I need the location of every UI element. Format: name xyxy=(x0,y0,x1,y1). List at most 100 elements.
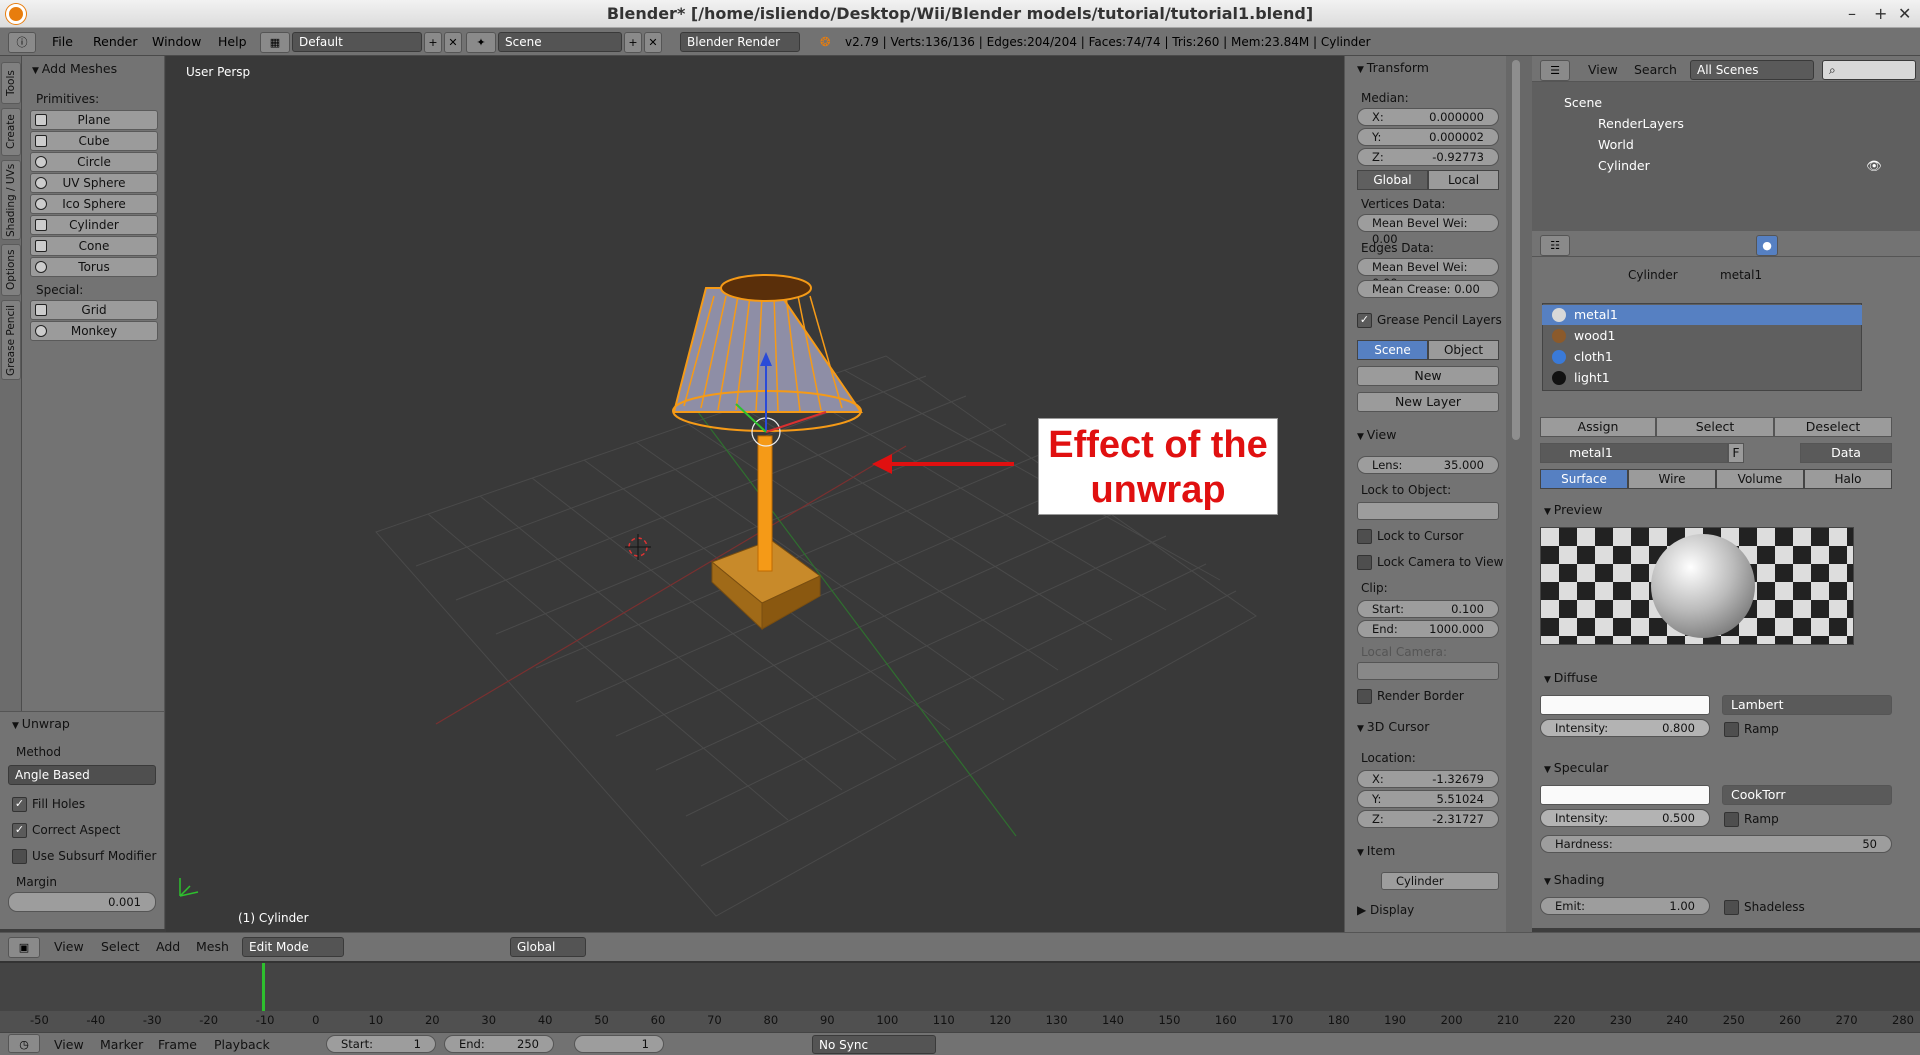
item-name-field[interactable]: Cylinder xyxy=(1381,872,1499,890)
orientation-dropdown[interactable]: Global xyxy=(510,937,586,957)
material-name-field[interactable]: metal1 xyxy=(1540,443,1728,463)
add-meshes-header[interactable]: Add Meshes xyxy=(32,60,117,78)
render-border-checkbox[interactable]: Render Border xyxy=(1357,688,1464,704)
cursor-x-field[interactable]: X: -1.32679 xyxy=(1357,770,1499,788)
vp-menu-add[interactable]: Add xyxy=(156,939,180,954)
cursor-z-field[interactable]: Z: -2.31727 xyxy=(1357,810,1499,828)
specular-ramp-checkbox[interactable]: Ramp xyxy=(1724,811,1779,827)
add-monkey-button[interactable]: Monkey xyxy=(30,321,158,341)
grease-scene-toggle[interactable]: Scene xyxy=(1357,340,1428,360)
method-dropdown[interactable]: Angle Based xyxy=(8,765,156,785)
display-header[interactable]: ▶ Display xyxy=(1357,902,1414,918)
outliner-view-menu[interactable]: View xyxy=(1588,62,1618,77)
timeline-editor-icon[interactable]: ◷ xyxy=(8,1034,40,1053)
mode-dropdown[interactable]: Edit Mode xyxy=(242,937,344,957)
item-header[interactable]: Item xyxy=(1357,842,1395,860)
viewport-editor-icon[interactable]: ▣ xyxy=(8,937,40,958)
unwrap-header[interactable]: Unwrap xyxy=(12,715,70,733)
add-cone-button[interactable]: Cone xyxy=(30,236,158,256)
vp-menu-mesh[interactable]: Mesh xyxy=(196,939,229,954)
layout-icon[interactable]: ▦ xyxy=(260,32,290,53)
info-editor-type-icon[interactable]: ⓘ xyxy=(8,32,36,53)
clip-end-field[interactable]: End: 1000.000 xyxy=(1357,620,1499,638)
tab-shading-uvs[interactable]: Shading / UVs xyxy=(1,160,21,240)
add-cylinder-button[interactable]: Cylinder xyxy=(30,215,158,235)
add-layout-icon[interactable]: + xyxy=(424,32,442,53)
add-uv-sphere-button[interactable]: UV Sphere xyxy=(30,173,158,193)
add-circle-button[interactable]: Circle xyxy=(30,152,158,172)
tab-grease-pencil[interactable]: Grease Pencil xyxy=(1,300,21,380)
outliner-search-input[interactable]: ⌕ xyxy=(1822,60,1916,80)
start-frame-field[interactable]: Start: 1 xyxy=(326,1035,436,1053)
add-cube-button[interactable]: Cube xyxy=(30,131,158,151)
fake-user-button[interactable]: F xyxy=(1728,443,1744,463)
add-ico-sphere-button[interactable]: Ico Sphere xyxy=(30,194,158,214)
material-slot-metal1[interactable]: metal1 xyxy=(1542,305,1862,325)
transform-header[interactable]: Transform xyxy=(1357,59,1429,77)
menu-file[interactable]: File xyxy=(52,32,73,52)
global-toggle[interactable]: Global xyxy=(1357,170,1428,190)
link-data-dropdown[interactable]: Data xyxy=(1800,443,1892,463)
material-slot-cloth1[interactable]: cloth1 xyxy=(1542,347,1862,367)
mean-crease-field[interactable]: Mean Crease: 0.00 xyxy=(1357,280,1499,298)
correct-aspect-checkbox[interactable]: Correct Aspect xyxy=(12,822,120,838)
deselect-button[interactable]: Deselect xyxy=(1774,417,1892,437)
local-camera-field[interactable] xyxy=(1357,662,1499,680)
volume-tab[interactable]: Volume xyxy=(1716,469,1804,489)
add-scene-icon[interactable]: + xyxy=(624,32,642,53)
lock-cursor-checkbox[interactable]: Lock to Cursor xyxy=(1357,528,1463,544)
outliner-item-renderlayers[interactable]: RenderLayers xyxy=(1598,115,1684,133)
specular-shader-dropdown[interactable]: CookTorr xyxy=(1722,785,1892,805)
tab-create[interactable]: Create xyxy=(1,108,21,156)
surface-tab[interactable]: Surface xyxy=(1540,469,1628,489)
menu-window[interactable]: Window xyxy=(152,32,201,52)
wire-tab[interactable]: Wire xyxy=(1628,469,1716,489)
vp-menu-view[interactable]: View xyxy=(54,939,84,954)
diffuse-header[interactable]: Diffuse xyxy=(1544,669,1598,687)
sync-dropdown[interactable]: No Sync xyxy=(812,1035,936,1054)
properties-editor-icon[interactable]: ☷ xyxy=(1540,235,1570,256)
properties-scrollbar[interactable] xyxy=(1506,56,1532,932)
tab-tools[interactable]: Tools xyxy=(1,62,21,104)
material-slot-wood1[interactable]: wood1 xyxy=(1542,326,1862,346)
remove-scene-icon[interactable]: ✕ xyxy=(644,32,662,53)
assign-button[interactable]: Assign xyxy=(1540,417,1656,437)
outliner-editor-icon[interactable]: ☰ xyxy=(1540,60,1570,81)
cursor-y-field[interactable]: Y: 5.51024 xyxy=(1357,790,1499,808)
mean-bevel-vertex-field[interactable]: Mean Bevel Wei: 0.00 xyxy=(1357,214,1499,246)
outliner-item-cylinder[interactable]: Cylinder xyxy=(1598,157,1650,175)
maximize-button[interactable]: + xyxy=(1874,0,1887,28)
halo-tab[interactable]: Halo xyxy=(1804,469,1892,489)
preview-header[interactable]: Preview xyxy=(1544,501,1603,519)
lock-camera-checkbox[interactable]: Lock Camera to View xyxy=(1357,554,1503,570)
vp-menu-select[interactable]: Select xyxy=(101,939,140,954)
layout-dropdown[interactable]: Default xyxy=(292,32,422,52)
remove-layout-icon[interactable]: ✕ xyxy=(444,32,462,53)
diffuse-intensity-field[interactable]: Intensity: 0.800 xyxy=(1540,719,1710,737)
material-slot-light1[interactable]: light1 xyxy=(1542,368,1862,388)
tl-menu-marker[interactable]: Marker xyxy=(100,1037,143,1052)
add-torus-button[interactable]: Torus xyxy=(30,257,158,277)
grease-pencil-checkbox[interactable]: Grease Pencil Layers xyxy=(1357,312,1502,328)
close-button[interactable]: ✕ xyxy=(1898,0,1911,28)
visibility-eye-icon[interactable]: 👁 xyxy=(1866,157,1882,175)
scene-icon[interactable]: ✦ xyxy=(466,32,496,53)
median-z-field[interactable]: Z: -0.92773 xyxy=(1357,148,1499,166)
view-header[interactable]: View xyxy=(1357,426,1397,444)
grease-new-button[interactable]: New xyxy=(1357,366,1499,386)
outliner-item-scene[interactable]: Scene xyxy=(1564,94,1602,112)
specular-color-swatch[interactable] xyxy=(1540,785,1710,805)
clip-start-field[interactable]: Start: 0.100 xyxy=(1357,600,1499,618)
local-toggle[interactable]: Local xyxy=(1428,170,1499,190)
outliner-search-menu[interactable]: Search xyxy=(1634,62,1677,77)
render-engine-dropdown[interactable]: Blender Render xyxy=(680,32,800,52)
end-frame-field[interactable]: End: 250 xyxy=(444,1035,554,1053)
scene-dropdown[interactable]: Scene xyxy=(498,32,622,52)
select-button[interactable]: Select xyxy=(1656,417,1774,437)
timeline-editor[interactable]: -50 -40 -30 -20 -10 0 10 20 30 40 50 60 70 80 90 100 110… xyxy=(0,962,1920,1032)
specular-intensity-field[interactable]: Intensity: 0.500 xyxy=(1540,809,1710,827)
current-frame-indicator[interactable] xyxy=(262,963,265,1011)
tl-menu-playback[interactable]: Playback xyxy=(214,1037,270,1052)
current-frame-field[interactable]: 1 xyxy=(574,1035,664,1053)
fill-holes-checkbox[interactable]: Fill Holes xyxy=(12,796,85,812)
